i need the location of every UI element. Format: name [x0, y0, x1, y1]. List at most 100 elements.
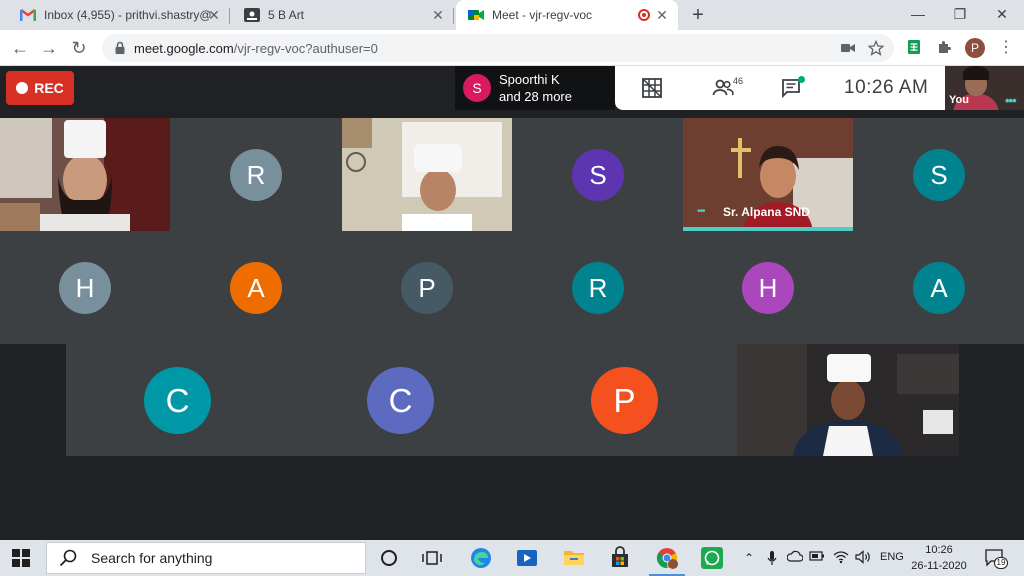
classroom-icon: [244, 7, 260, 23]
window-close-icon[interactable]: ✕: [990, 4, 1014, 24]
participant-avatar[interactable]: P: [401, 262, 453, 314]
recording-badge: REC: [6, 71, 74, 105]
back-icon[interactable]: ←: [9, 37, 31, 59]
participant-avatar[interactable]: C: [367, 367, 434, 434]
participant-avatar[interactable]: A: [230, 262, 282, 314]
gmail-icon: [20, 7, 36, 23]
meet-area: REC S Spoorthi K and 28 more 46 10:26 AM: [0, 66, 1024, 540]
tab-title: Meet - vjr-regv-voc: [492, 8, 593, 22]
browser-tab-strip: Inbox (4,955) - prithvi.shastry@sc ✕ 5 B…: [0, 0, 1024, 30]
presenter-chip[interactable]: S Spoorthi K and 28 more: [455, 66, 615, 110]
participant-video-tile[interactable]: [0, 118, 170, 231]
address-bar[interactable]: meet.google.com/vjr-regv-voc?authuser=0: [102, 34, 894, 62]
store-icon[interactable]: [608, 546, 632, 570]
audio-level-icon: •••: [697, 206, 705, 217]
video-frame-chef-girl: [0, 118, 170, 231]
taskbar-time: 10:26: [925, 544, 953, 556]
onedrive-cloud-icon[interactable]: [786, 550, 804, 566]
notification-count: 19: [994, 557, 1008, 569]
participant-row-2: H A P R H A: [0, 231, 1024, 344]
cortana-icon[interactable]: [377, 546, 401, 570]
meet-icon: [468, 7, 484, 23]
video-frame-chef-student: [737, 344, 959, 456]
file-explorer-icon[interactable]: [562, 546, 586, 570]
microphone-icon[interactable]: [764, 550, 780, 566]
chat-unread-dot: [798, 76, 805, 83]
participants-count: 46: [733, 76, 744, 86]
taskbar-date: 26-11-2020: [911, 560, 967, 572]
windows-taskbar: Search for anything ⌃ ENG 10:26 26-11-20…: [0, 540, 1024, 576]
whatsapp-icon[interactable]: [700, 546, 724, 570]
input-language[interactable]: ENG: [880, 551, 904, 563]
participant-row-3: C C P: [66, 344, 959, 456]
search-placeholder: Search for anything: [91, 550, 213, 566]
bookmark-star-icon[interactable]: [867, 39, 885, 56]
lock-icon[interactable]: [112, 40, 128, 56]
participant-avatar[interactable]: S: [913, 149, 965, 201]
layout-grid-icon[interactable]: [641, 77, 663, 99]
chrome-icon[interactable]: [649, 546, 685, 576]
participant-avatar[interactable]: A: [913, 262, 965, 314]
task-view-icon[interactable]: [420, 546, 444, 570]
tab-inbox[interactable]: Inbox (4,955) - prithvi.shastry@sc ✕: [8, 0, 230, 30]
action-center-icon[interactable]: 19: [985, 549, 1008, 569]
profile-avatar[interactable]: P: [965, 38, 985, 58]
restore-icon[interactable]: ❐: [948, 4, 972, 24]
tab-title: Inbox (4,955) - prithvi.shastry@sc: [44, 8, 212, 22]
tab-meet[interactable]: Meet - vjr-regv-voc ✕: [456, 0, 678, 30]
self-options-icon[interactable]: •••: [1005, 93, 1017, 108]
url-host: meet.google.com: [134, 41, 234, 56]
minimize-icon[interactable]: —: [906, 4, 930, 24]
participant-avatar[interactable]: P: [591, 367, 658, 434]
participant-row-1: R S ••• Sr. Alpana SND S: [0, 118, 1024, 231]
participant-video-tile[interactable]: [342, 118, 512, 231]
meet-top-bar: 46 10:26 AM: [615, 66, 945, 110]
video-frame-chef-boy: [342, 118, 512, 231]
tab-title: 5 B Art: [268, 8, 305, 22]
taskbar-search-box[interactable]: Search for anything: [46, 542, 366, 574]
presenter-name: Spoorthi K: [499, 72, 560, 87]
avatar: S: [463, 74, 491, 102]
url-path: /vjr-regv-voc?authuser=0: [233, 41, 378, 56]
participant-avatar[interactable]: H: [742, 262, 794, 314]
menu-kebab-icon[interactable]: ⋮: [998, 38, 1014, 58]
taskbar-clock[interactable]: 10:26 26-11-2020: [906, 542, 972, 574]
extensions-puzzle-icon[interactable]: [936, 39, 954, 57]
battery-icon[interactable]: [809, 550, 825, 566]
self-view-tile[interactable]: You •••: [945, 66, 1024, 110]
participants-icon[interactable]: [712, 77, 734, 99]
volume-icon[interactable]: [855, 550, 871, 566]
browser-toolbar: ← → ↻ meet.google.com/vjr-regv-voc?authu…: [0, 30, 1024, 66]
sheets-extension-icon[interactable]: [906, 39, 924, 57]
self-label: You: [949, 94, 969, 106]
participant-name: Sr. Alpana SND: [723, 205, 810, 219]
recording-indicator-icon: [638, 9, 650, 21]
self-video-hair: [963, 66, 989, 80]
record-dot-icon: [16, 82, 29, 94]
movies-app-icon[interactable]: [515, 546, 539, 570]
new-tab-button[interactable]: +: [688, 5, 708, 25]
camera-icon[interactable]: [840, 40, 856, 56]
forward-icon[interactable]: →: [38, 37, 60, 59]
tray-overflow-chevron-icon[interactable]: ⌃: [741, 550, 757, 566]
meet-clock: 10:26 AM: [844, 77, 929, 98]
participant-avatar[interactable]: R: [230, 149, 282, 201]
search-icon: [59, 549, 77, 567]
close-icon[interactable]: ✕: [430, 7, 446, 23]
wifi-icon[interactable]: [833, 550, 849, 566]
close-icon[interactable]: ✕: [654, 7, 670, 23]
participant-avatar[interactable]: R: [572, 262, 624, 314]
participant-video-tile[interactable]: [737, 344, 959, 456]
edge-icon[interactable]: [469, 546, 493, 570]
tab-5b-art[interactable]: 5 B Art ✕: [232, 0, 454, 30]
active-speaker-video-tile[interactable]: ••• Sr. Alpana SND: [683, 118, 853, 231]
participant-avatar[interactable]: C: [144, 367, 211, 434]
rec-label: REC: [34, 80, 64, 96]
close-icon[interactable]: ✕: [206, 7, 222, 23]
participant-avatar[interactable]: H: [59, 262, 111, 314]
url-text: meet.google.com/vjr-regv-voc?authuser=0: [134, 41, 378, 56]
presenter-more: and 28 more: [499, 89, 572, 104]
participant-avatar[interactable]: S: [572, 149, 624, 201]
reload-icon[interactable]: ↻: [68, 37, 90, 59]
windows-start-icon[interactable]: [12, 549, 30, 567]
